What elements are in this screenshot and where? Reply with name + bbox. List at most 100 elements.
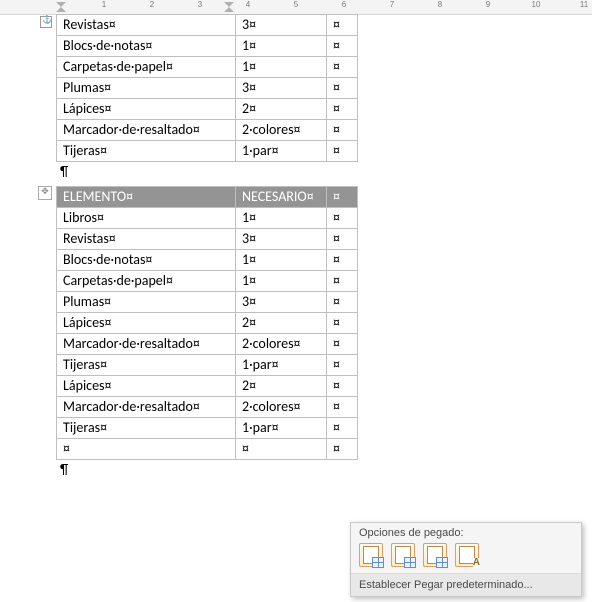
table-row[interactable]: Marcador·de·resaltado¤2·colores¤¤ xyxy=(57,120,358,141)
header-item[interactable]: ELEMENTO¤ xyxy=(57,187,236,208)
cell-qty[interactable]: 1¤ xyxy=(236,250,327,271)
cell-qty[interactable]: 2¤ xyxy=(236,99,327,120)
table-row[interactable]: Lápices¤2¤¤ xyxy=(57,313,358,334)
cell-qty[interactable]: 2·colores¤ xyxy=(236,334,327,355)
cell-end[interactable]: ¤ xyxy=(327,141,358,162)
cell-item[interactable]: Revistas¤ xyxy=(57,15,236,36)
cell-item[interactable]: Plumas¤ xyxy=(57,78,236,99)
table-row[interactable]: Blocs·de·notas¤1¤¤ xyxy=(57,36,358,57)
document-body[interactable]: Revistas¤3¤¤Blocs·de·notas¤1¤¤Carpetas·d… xyxy=(56,14,584,480)
cell-item[interactable]: Plumas¤ xyxy=(57,292,236,313)
cell-qty[interactable]: 3¤ xyxy=(236,15,327,36)
cell-qty[interactable]: 2·colores¤ xyxy=(236,120,327,141)
ruler-mark: 5 xyxy=(294,0,298,9)
cell-qty[interactable]: 2·colores¤ xyxy=(236,397,327,418)
cell-item[interactable]: Tijeras¤ xyxy=(57,141,236,162)
cell-qty[interactable]: 1¤ xyxy=(236,57,327,78)
cell-item[interactable]: Blocs·de·notas¤ xyxy=(57,250,236,271)
table-1[interactable]: Revistas¤3¤¤Blocs·de·notas¤1¤¤Carpetas·d… xyxy=(56,14,358,162)
cell-end[interactable]: ¤ xyxy=(327,376,358,397)
ruler-mark: 4 xyxy=(246,0,250,9)
paste-options-title: Opciones de pegado: xyxy=(351,523,581,541)
cell-item[interactable]: Carpetas·de·papel¤ xyxy=(57,271,236,292)
cell-qty[interactable]: 2¤ xyxy=(236,376,327,397)
table-row[interactable]: Revistas¤3¤¤ xyxy=(57,15,358,36)
table-row[interactable]: ¤¤¤ xyxy=(57,439,358,460)
table-row[interactable]: Tijeras¤1·par¤¤ xyxy=(57,141,358,162)
table-row[interactable]: Blocs·de·notas¤1¤¤ xyxy=(57,250,358,271)
cell-qty[interactable]: 3¤ xyxy=(236,229,327,250)
cell-end[interactable]: ¤ xyxy=(327,397,358,418)
cell-end[interactable]: ¤ xyxy=(327,15,358,36)
table-row[interactable]: Plumas¤3¤¤ xyxy=(57,292,358,313)
cell-item[interactable]: Blocs·de·notas¤ xyxy=(57,36,236,57)
cell-end[interactable]: ¤ xyxy=(327,292,358,313)
paste-use-destination-styles-icon[interactable] xyxy=(423,543,447,567)
cell-end[interactable]: ¤ xyxy=(327,99,358,120)
table-2[interactable]: ELEMENTO¤NECESARIO¤¤Libros¤1¤¤Revistas¤3… xyxy=(56,186,358,460)
cell-end[interactable]: ¤ xyxy=(327,439,358,460)
cell-item[interactable]: Libros¤ xyxy=(57,208,236,229)
table-row[interactable]: Lápices¤2¤¤ xyxy=(57,376,358,397)
cell-end[interactable]: ¤ xyxy=(327,355,358,376)
table-row[interactable]: Tijeras¤1·par¤¤ xyxy=(57,355,358,376)
hanging-indent-marker[interactable] xyxy=(56,7,66,12)
cell-qty[interactable]: 1·par¤ xyxy=(236,418,327,439)
cell-item[interactable]: Marcador·de·resaltado¤ xyxy=(57,120,236,141)
cell-end[interactable]: ¤ xyxy=(327,271,358,292)
table-row[interactable]: Tijeras¤1·par¤¤ xyxy=(57,418,358,439)
cell-end[interactable]: ¤ xyxy=(327,120,358,141)
cell-qty[interactable]: 1¤ xyxy=(236,36,327,57)
cell-item[interactable]: Lápices¤ xyxy=(57,313,236,334)
set-default-paste-button[interactable]: Establecer Pegar predeterminado... xyxy=(351,573,581,596)
cell-item[interactable]: Lápices¤ xyxy=(57,99,236,120)
tab-marker[interactable] xyxy=(224,7,234,12)
cell-end[interactable]: ¤ xyxy=(327,57,358,78)
cell-item[interactable]: Marcador·de·resaltado¤ xyxy=(57,397,236,418)
cell-end[interactable]: ¤ xyxy=(327,208,358,229)
cell-end[interactable]: ¤ xyxy=(327,78,358,99)
header-end[interactable]: ¤ xyxy=(327,187,358,208)
paste-merge-formatting-icon[interactable] xyxy=(391,543,415,567)
paste-text-only-icon[interactable] xyxy=(455,543,479,567)
cell-end[interactable]: ¤ xyxy=(327,250,358,271)
table-header-row[interactable]: ELEMENTO¤NECESARIO¤¤ xyxy=(57,187,358,208)
cell-end[interactable]: ¤ xyxy=(327,229,358,250)
ruler-mark: 8 xyxy=(438,0,442,9)
cell-qty[interactable]: 3¤ xyxy=(236,78,327,99)
cell-item[interactable]: Tijeras¤ xyxy=(57,355,236,376)
ruler-mark: 10 xyxy=(532,0,541,9)
cell-qty[interactable]: 2¤ xyxy=(236,313,327,334)
ruler-mark: 11 xyxy=(580,0,588,9)
cell-qty[interactable]: 3¤ xyxy=(236,292,327,313)
cell-end[interactable]: ¤ xyxy=(327,36,358,57)
table-row[interactable]: Revistas¤3¤¤ xyxy=(57,229,358,250)
cell-end[interactable]: ¤ xyxy=(327,313,358,334)
cell-qty[interactable]: 1·par¤ xyxy=(236,355,327,376)
cell-end[interactable]: ¤ xyxy=(327,418,358,439)
ruler-mark: 3 xyxy=(198,0,202,9)
table-row[interactable]: Marcador·de·resaltado¤2·colores¤¤ xyxy=(57,397,358,418)
header-qty[interactable]: NECESARIO¤ xyxy=(236,187,327,208)
paste-keep-source-formatting-icon[interactable] xyxy=(359,543,383,567)
table-row[interactable]: Libros¤1¤¤ xyxy=(57,208,358,229)
ruler-mark: 9 xyxy=(486,0,490,9)
cell-qty[interactable]: 1¤ xyxy=(236,208,327,229)
table-row[interactable]: Plumas¤3¤¤ xyxy=(57,78,358,99)
cell-item[interactable]: Marcador·de·resaltado¤ xyxy=(57,334,236,355)
cell-qty[interactable]: ¤ xyxy=(236,439,327,460)
cell-item[interactable]: Tijeras¤ xyxy=(57,418,236,439)
table-move-handle-icon[interactable]: ✥ xyxy=(38,186,52,200)
cell-qty[interactable]: 1¤ xyxy=(236,271,327,292)
table-row[interactable]: Marcador·de·resaltado¤2·colores¤¤ xyxy=(57,334,358,355)
cell-end[interactable]: ¤ xyxy=(327,334,358,355)
cell-item[interactable]: ¤ xyxy=(57,439,236,460)
table-row[interactable]: Lápices¤2¤¤ xyxy=(57,99,358,120)
table-row[interactable]: Carpetas·de·papel¤1¤¤ xyxy=(57,57,358,78)
cell-item[interactable]: Lápices¤ xyxy=(57,376,236,397)
cell-qty[interactable]: 1·par¤ xyxy=(236,141,327,162)
cell-item[interactable]: Revistas¤ xyxy=(57,229,236,250)
table-row[interactable]: Carpetas·de·papel¤1¤¤ xyxy=(57,271,358,292)
paste-options-popup: Opciones de pegado: Establecer Pegar pre… xyxy=(350,522,582,597)
cell-item[interactable]: Carpetas·de·papel¤ xyxy=(57,57,236,78)
